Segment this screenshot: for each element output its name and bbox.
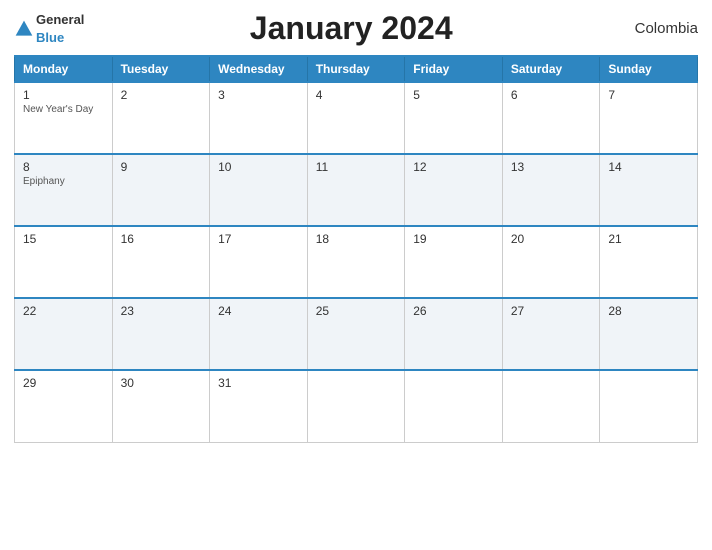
col-saturday: Saturday bbox=[502, 56, 600, 82]
calendar-week-row: 15 16 17 18 19 20 21 bbox=[15, 226, 698, 298]
day-number: 11 bbox=[316, 160, 397, 174]
holiday-label: New Year's Day bbox=[23, 104, 104, 115]
day-number: 2 bbox=[121, 88, 202, 102]
country-label: Colombia bbox=[618, 20, 698, 37]
calendar-cell bbox=[307, 370, 405, 442]
calendar-cell: 20 bbox=[502, 226, 600, 298]
calendar-cell: 22 bbox=[15, 298, 113, 370]
day-number: 20 bbox=[511, 232, 592, 246]
day-number: 9 bbox=[121, 160, 202, 174]
calendar-cell: 19 bbox=[405, 226, 503, 298]
day-number: 28 bbox=[608, 304, 689, 318]
calendar-week-row: 8 Epiphany 9 10 11 12 13 14 bbox=[15, 154, 698, 226]
logo-general: General bbox=[36, 12, 84, 27]
calendar-cell: 4 bbox=[307, 82, 405, 154]
logo: General Blue bbox=[14, 11, 84, 47]
calendar-cell: 8 Epiphany bbox=[15, 154, 113, 226]
calendar-cell: 13 bbox=[502, 154, 600, 226]
page-title: January 2024 bbox=[84, 10, 618, 47]
calendar-cell: 11 bbox=[307, 154, 405, 226]
col-thursday: Thursday bbox=[307, 56, 405, 82]
day-number: 26 bbox=[413, 304, 494, 318]
calendar-week-row: 29 30 31 bbox=[15, 370, 698, 442]
calendar-cell bbox=[600, 370, 698, 442]
holiday-label: Epiphany bbox=[23, 176, 104, 187]
day-number: 8 bbox=[23, 160, 104, 174]
day-number: 17 bbox=[218, 232, 299, 246]
day-number: 3 bbox=[218, 88, 299, 102]
calendar-cell: 15 bbox=[15, 226, 113, 298]
day-number: 7 bbox=[608, 88, 689, 102]
calendar-cell: 28 bbox=[600, 298, 698, 370]
calendar-cell: 25 bbox=[307, 298, 405, 370]
calendar-cell: 3 bbox=[210, 82, 308, 154]
day-number: 22 bbox=[23, 304, 104, 318]
calendar-cell: 26 bbox=[405, 298, 503, 370]
day-number: 5 bbox=[413, 88, 494, 102]
calendar-cell: 29 bbox=[15, 370, 113, 442]
weekday-header-row: Monday Tuesday Wednesday Thursday Friday… bbox=[15, 56, 698, 82]
calendar-cell: 21 bbox=[600, 226, 698, 298]
calendar-cell: 5 bbox=[405, 82, 503, 154]
day-number: 24 bbox=[218, 304, 299, 318]
calendar-cell bbox=[502, 370, 600, 442]
day-number: 6 bbox=[511, 88, 592, 102]
calendar-cell bbox=[405, 370, 503, 442]
day-number: 31 bbox=[218, 376, 299, 390]
day-number: 10 bbox=[218, 160, 299, 174]
day-number: 19 bbox=[413, 232, 494, 246]
day-number: 16 bbox=[121, 232, 202, 246]
day-number: 18 bbox=[316, 232, 397, 246]
calendar-cell: 9 bbox=[112, 154, 210, 226]
day-number: 29 bbox=[23, 376, 104, 390]
calendar-cell: 31 bbox=[210, 370, 308, 442]
day-number: 12 bbox=[413, 160, 494, 174]
logo-blue: Blue bbox=[36, 30, 64, 45]
calendar-cell: 12 bbox=[405, 154, 503, 226]
calendar-week-row: 22 23 24 25 26 27 28 bbox=[15, 298, 698, 370]
calendar-table: Monday Tuesday Wednesday Thursday Friday… bbox=[14, 55, 698, 443]
calendar-week-row: 1 New Year's Day 2 3 4 5 6 7 bbox=[15, 82, 698, 154]
calendar-cell: 2 bbox=[112, 82, 210, 154]
calendar-page: General Blue January 2024 Colombia Monda… bbox=[0, 0, 712, 550]
calendar-cell: 17 bbox=[210, 226, 308, 298]
calendar-cell: 16 bbox=[112, 226, 210, 298]
calendar-cell: 1 New Year's Day bbox=[15, 82, 113, 154]
calendar-cell: 24 bbox=[210, 298, 308, 370]
day-number: 1 bbox=[23, 88, 104, 102]
day-number: 27 bbox=[511, 304, 592, 318]
calendar-cell: 27 bbox=[502, 298, 600, 370]
col-tuesday: Tuesday bbox=[112, 56, 210, 82]
day-number: 25 bbox=[316, 304, 397, 318]
col-wednesday: Wednesday bbox=[210, 56, 308, 82]
col-friday: Friday bbox=[405, 56, 503, 82]
logo-icon bbox=[14, 19, 34, 39]
calendar-cell: 7 bbox=[600, 82, 698, 154]
col-sunday: Sunday bbox=[600, 56, 698, 82]
page-header: General Blue January 2024 Colombia bbox=[14, 10, 698, 47]
col-monday: Monday bbox=[15, 56, 113, 82]
day-number: 15 bbox=[23, 232, 104, 246]
calendar-cell: 14 bbox=[600, 154, 698, 226]
calendar-cell: 30 bbox=[112, 370, 210, 442]
logo-text: General Blue bbox=[36, 11, 84, 47]
day-number: 4 bbox=[316, 88, 397, 102]
day-number: 30 bbox=[121, 376, 202, 390]
day-number: 23 bbox=[121, 304, 202, 318]
day-number: 21 bbox=[608, 232, 689, 246]
day-number: 14 bbox=[608, 160, 689, 174]
calendar-cell: 6 bbox=[502, 82, 600, 154]
calendar-cell: 18 bbox=[307, 226, 405, 298]
calendar-cell: 10 bbox=[210, 154, 308, 226]
day-number: 13 bbox=[511, 160, 592, 174]
calendar-cell: 23 bbox=[112, 298, 210, 370]
